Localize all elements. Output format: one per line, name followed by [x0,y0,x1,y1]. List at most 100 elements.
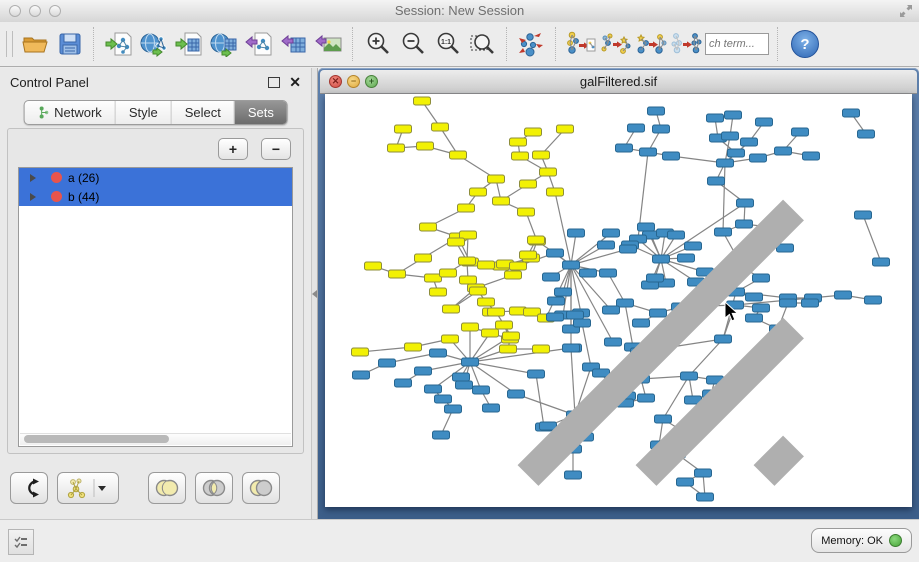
toolbar-separator [777,27,779,61]
set-color-dot-icon [51,172,62,183]
export-table-icon [280,31,308,57]
float-panel-icon[interactable] [268,77,280,88]
network-canvas[interactable] [325,94,912,507]
toolbar-separator [352,27,354,61]
zoom-selected-region-icon [469,31,497,57]
zoom-out-button[interactable] [395,26,430,62]
set-row-a[interactable]: a (26) [19,168,292,187]
network-tree-icon [37,106,49,119]
panel-splitter[interactable] [311,68,318,520]
zoom-out-icon [400,31,426,57]
new-network-from-selection-all-edges-icon [565,30,597,58]
export-table-button[interactable] [276,26,311,62]
zoom-actual-size-icon: 1:1 [435,31,461,57]
intersection-venn-icon [201,479,227,497]
sets-list[interactable]: a (26) b (44) [18,167,293,447]
union-venn-icon [154,479,180,497]
create-set-from-network-button[interactable] [57,472,119,504]
resize-grip-icon[interactable] [323,92,910,505]
dropdown-caret-icon[interactable] [91,477,109,499]
zoom-in-icon [365,31,391,57]
remove-set-button[interactable]: − [261,138,291,160]
open-session-button[interactable] [17,26,52,62]
union-button[interactable] [148,472,186,504]
create-set-network-icon [67,477,91,499]
frame-minimize-button[interactable]: − [347,75,360,88]
set-row-b[interactable]: b (44) [19,187,292,206]
expand-triangle-icon[interactable] [30,193,36,201]
intersection-button[interactable] [195,472,233,504]
save-session-button[interactable] [52,26,87,62]
control-panel: Control Panel ✕ Network Style Select [0,68,311,520]
main-toolbar: 1:1 [0,22,919,67]
split-arrows-icon [18,477,40,499]
memory-ok-dot-icon [889,534,902,547]
set-label: a (26) [68,171,99,185]
network-frame[interactable]: galFiltered.sif ✕ − + [318,68,919,520]
memory-status-label: Memory: OK [821,535,883,547]
hide-selected-icon [670,30,702,58]
import-network-url-icon [140,31,168,57]
new-network-from-selection-selected-edges-icon [600,30,632,58]
toolbar-separator [506,27,508,61]
export-image-icon [315,31,343,57]
task-history-button[interactable] [8,529,34,555]
sets-panel: + − a (26) b (44) [7,128,304,454]
tab-style[interactable]: Style [115,101,171,124]
svg-text:1:1: 1:1 [440,39,450,46]
hide-selected-button[interactable] [668,26,703,62]
window-titlebar: Session: New Session [0,0,919,23]
control-panel-header: Control Panel ✕ [0,68,311,96]
task-list-icon [13,535,29,549]
set-operations-toolbar [10,472,289,504]
memory-status-button[interactable]: Memory: OK [811,528,912,553]
split-set-button[interactable] [10,472,48,504]
scrollbar-thumb[interactable] [24,435,169,443]
apply-layout-button[interactable] [514,26,549,62]
set-label: b (44) [68,190,99,204]
status-bar: Memory: OK [0,519,919,562]
help-button[interactable]: ? [791,30,819,58]
import-table-file-icon [175,31,203,57]
frame-maximize-button[interactable]: + [365,75,378,88]
export-network-button[interactable] [241,26,276,62]
horizontal-scrollbar[interactable] [20,433,291,445]
new-network-from-selection-selected-edges-button[interactable] [598,26,633,62]
first-neighbors-of-selected-icon [635,30,667,58]
search-input[interactable] [705,33,769,55]
toolbar-drag-handle[interactable] [6,31,13,57]
export-image-button[interactable] [311,26,346,62]
open-folder-icon [21,31,49,57]
close-panel-icon[interactable]: ✕ [289,75,301,89]
fullscreen-icon[interactable] [899,4,913,18]
import-table-url-button[interactable] [206,26,241,62]
export-network-icon [245,31,273,57]
import-table-file-button[interactable] [171,26,206,62]
network-frame-titlebar[interactable]: galFiltered.sif ✕ − + [320,70,917,94]
window-title: Session: New Session [0,0,919,22]
difference-venn-icon [248,479,274,497]
zoom-selected-region-button[interactable] [465,26,500,62]
save-floppy-icon [58,32,82,56]
network-frame-title: galFiltered.sif [320,70,917,93]
import-network-file-button[interactable] [101,26,136,62]
zoom-actual-size-button[interactable]: 1:1 [430,26,465,62]
control-panel-tabs: Network Style Select Sets [23,100,288,125]
add-set-button[interactable]: + [218,138,248,160]
tab-sets[interactable]: Sets [234,101,287,124]
expand-triangle-icon[interactable] [30,174,36,182]
tab-select[interactable]: Select [171,101,234,124]
tab-network[interactable]: Network [24,101,115,124]
collapse-arrow-icon[interactable] [312,290,317,298]
zoom-in-button[interactable] [360,26,395,62]
control-panel-title: Control Panel [10,75,89,90]
first-neighbors-of-selected-button[interactable] [633,26,668,62]
new-network-from-selection-all-edges-button[interactable] [563,26,598,62]
difference-button[interactable] [242,472,280,504]
import-table-url-icon [210,31,238,57]
import-network-url-button[interactable] [136,26,171,62]
import-network-file-icon [105,31,133,57]
frame-close-button[interactable]: ✕ [329,75,342,88]
toolbar-separator [555,27,557,61]
application-window: Session: New Session [0,0,919,562]
